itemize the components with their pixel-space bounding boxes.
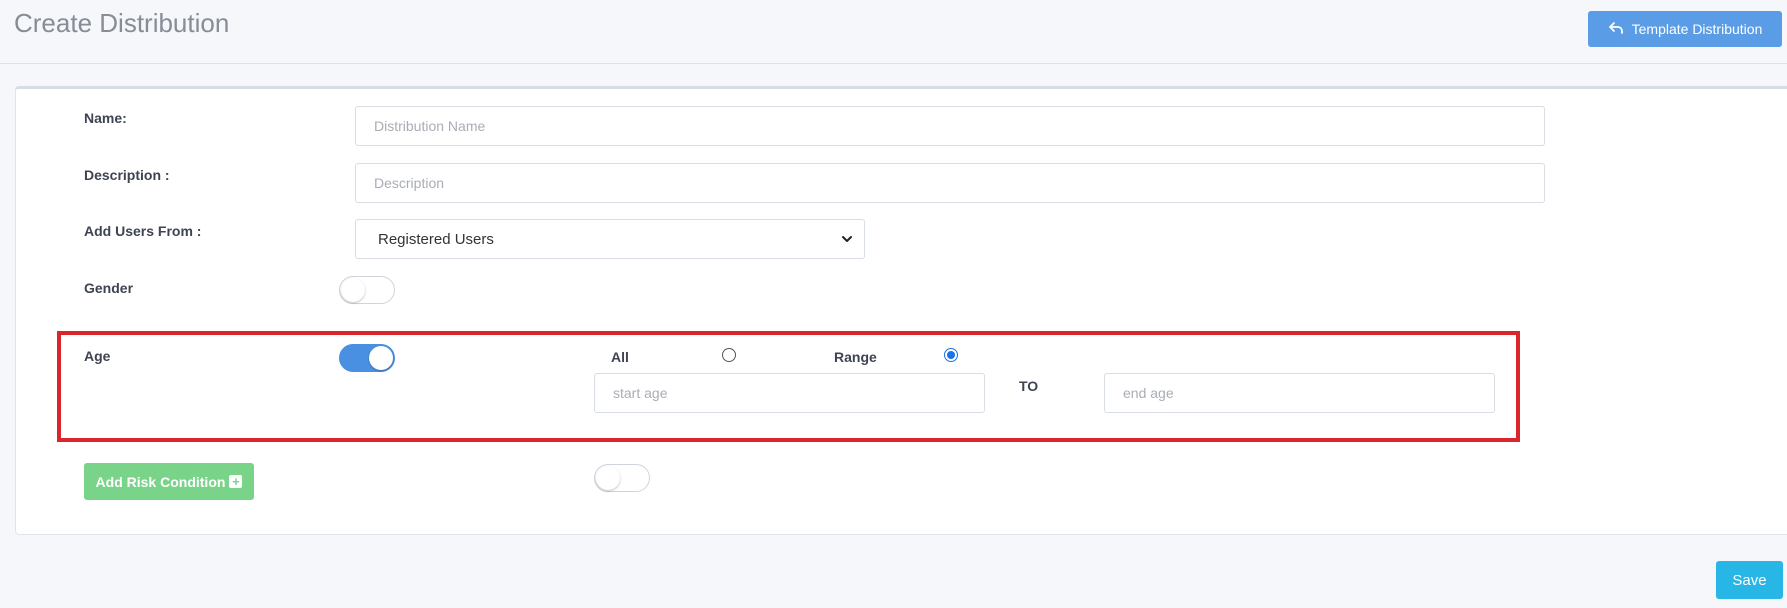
risk-condition-toggle[interactable]: [594, 464, 650, 492]
add-users-from-selected: Registered Users: [378, 230, 494, 248]
description-input[interactable]: [355, 163, 1545, 203]
end-age-input[interactable]: [1104, 373, 1495, 413]
reply-arrow-icon: [1608, 20, 1624, 39]
save-button[interactable]: Save: [1716, 561, 1783, 599]
gender-toggle-knob: [341, 278, 365, 302]
age-toggle-knob: [369, 346, 393, 370]
age-all-radio[interactable]: [722, 348, 736, 362]
distribution-name-input[interactable]: [355, 106, 1545, 146]
header-divider: [0, 63, 1787, 64]
template-distribution-button[interactable]: Template Distribution: [1588, 11, 1782, 47]
page-title: Create Distribution: [14, 8, 230, 38]
add-risk-condition-label: Add Risk Condition: [95, 473, 226, 490]
add-users-from-label: Add Users From :: [84, 223, 202, 239]
risk-toggle-knob: [596, 466, 620, 490]
gender-label: Gender: [84, 280, 134, 296]
name-label: Name:: [84, 110, 127, 126]
age-label: Age: [84, 348, 111, 364]
chevron-down-icon: [840, 232, 854, 246]
template-distribution-label: Template Distribution: [1631, 21, 1763, 37]
plus-square-icon: +: [229, 475, 243, 488]
add-risk-condition-button[interactable]: Add Risk Condition +: [84, 463, 254, 500]
to-label: TO: [1019, 378, 1039, 394]
description-label: Description :: [84, 167, 170, 183]
start-age-input[interactable]: [594, 373, 985, 413]
age-all-label: All: [611, 349, 629, 365]
gender-toggle[interactable]: [339, 276, 395, 304]
add-users-from-select[interactable]: Registered Users: [355, 219, 865, 259]
distribution-form-card: [15, 86, 1787, 535]
age-toggle[interactable]: [339, 344, 395, 372]
age-range-label: Range: [834, 349, 877, 365]
age-range-radio[interactable]: [944, 348, 958, 362]
